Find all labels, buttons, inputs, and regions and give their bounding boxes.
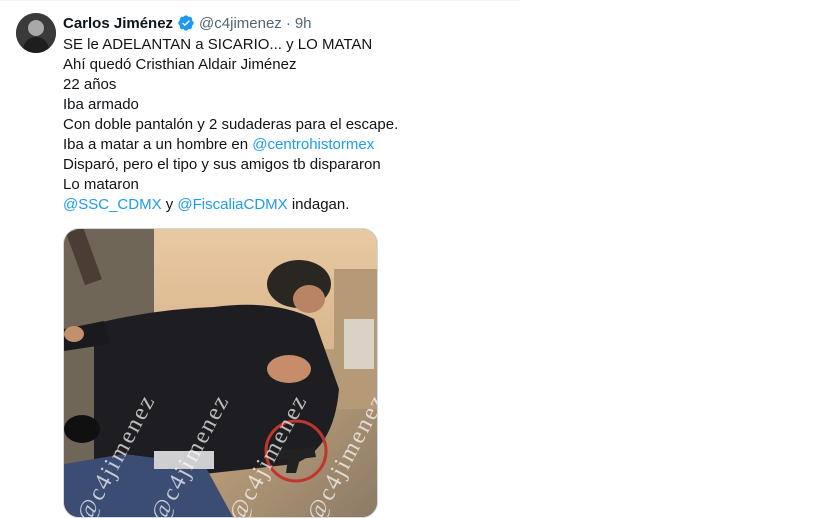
tweet[interactable]: Carlos Jiménez @c4jimenez · 9h SE le ADE… [0, 0, 519, 518]
line-text: indagan. [287, 196, 350, 213]
tweet-line: Ahí quedó Cristhian Aldair Jiménez [63, 56, 297, 73]
tweet-line: Disparó, pero el tipo y sus amigos tb di… [63, 156, 381, 173]
separator-dot: · [285, 14, 291, 32]
tweet-text: SE le ADELANTAN a SICARIO... y LO MATAN … [63, 35, 503, 215]
tweet-line: @SSC_CDMX y @FiscaliaCDMX indagan. [63, 195, 503, 215]
tweet-header: Carlos Jiménez @c4jimenez · 9h [63, 13, 312, 33]
mention-link[interactable]: @FiscaliaCDMX [177, 196, 287, 213]
mention-link[interactable]: @centrohistormex [252, 136, 374, 153]
tweet-line: 22 años [63, 76, 117, 93]
line-text: y [161, 196, 178, 213]
tweet-line: SE le ADELANTAN a SICARIO... y LO MATAN [63, 36, 373, 53]
timestamp[interactable]: 9h [295, 15, 312, 32]
tweet-media[interactable]: @c4jimenez @c4jimenez @c4jimenez @c4jime… [63, 228, 378, 518]
tweet-line: Lo mataron [63, 176, 139, 193]
author-handle[interactable]: @c4jimenez [199, 15, 282, 32]
mention-link[interactable]: @SSC_CDMX [63, 196, 162, 213]
avatar[interactable] [16, 13, 56, 53]
tweet-line: Iba a matar a un hombre en @centrohistor… [63, 135, 503, 155]
line-text: Iba a matar a un hombre en [63, 136, 253, 153]
tweet-line: Iba armado [63, 96, 139, 113]
verified-badge-icon[interactable] [177, 14, 195, 32]
author-name[interactable]: Carlos Jiménez [63, 15, 173, 32]
avatar-image [16, 13, 56, 53]
tweet-line: Con doble pantalón y 2 sudaderas para el… [63, 116, 399, 133]
